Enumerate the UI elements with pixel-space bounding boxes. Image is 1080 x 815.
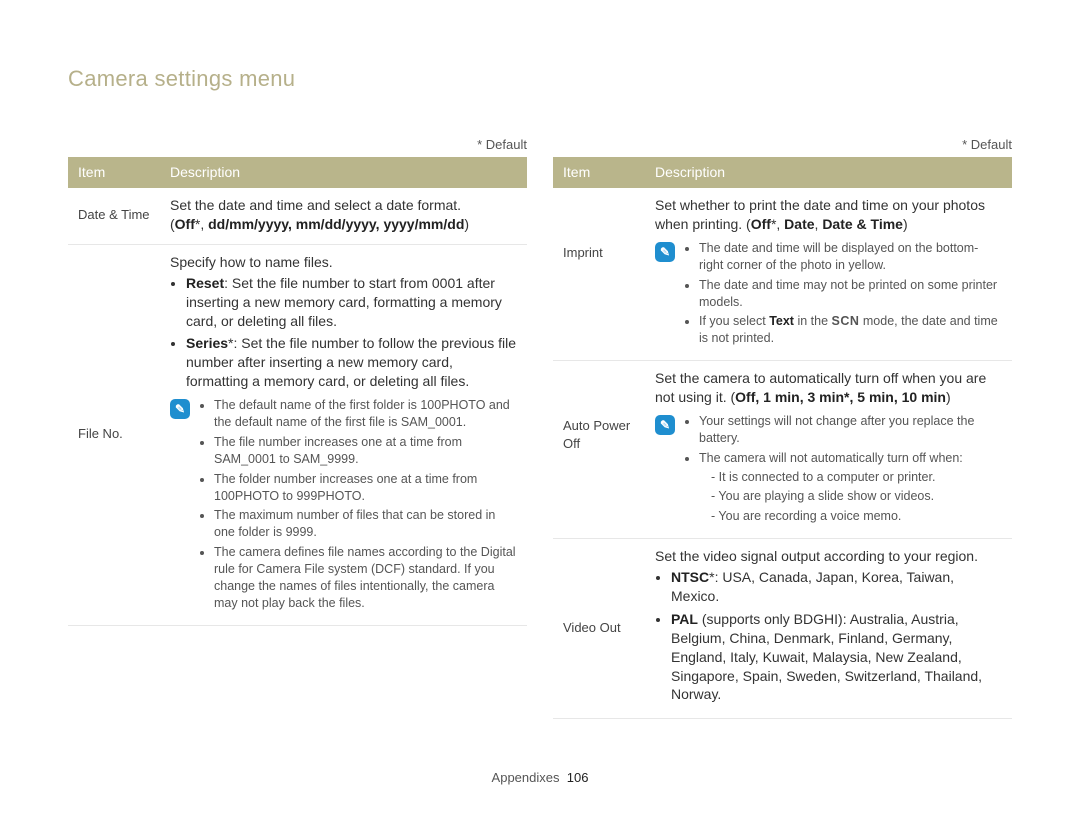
content-columns: * Default Item Description Date & Time S… [68, 136, 1012, 720]
desc-cell: Specify how to name files. Reset: Set th… [160, 244, 527, 625]
row-video-out: Video Out Set the video signal output ac… [553, 539, 1012, 719]
note-icon: ✎ [655, 415, 675, 435]
sub-item: You are playing a slide show or videos. [711, 488, 1002, 505]
note-list: The default name of the first folder is … [200, 397, 517, 615]
row-imprint: Imprint Set whether to print the date an… [553, 188, 1012, 361]
note-item: The camera defines file names according … [214, 544, 517, 612]
row-date-time: Date & Time Set the date and time and se… [68, 188, 527, 244]
header-desc: Description [160, 157, 527, 188]
table-header: Item Description [553, 157, 1012, 188]
page: Camera settings menu * Default Item Desc… [0, 0, 1080, 815]
list-item: NTSC*: USA, Canada, Japan, Korea, Taiwan… [671, 568, 1002, 606]
list-item: Reset: Set the file number to start from… [186, 274, 517, 331]
desc-text: Set whether to print the date and time o… [655, 196, 1002, 234]
footer-page-number: 106 [567, 770, 589, 785]
desc-cell: Set whether to print the date and time o… [645, 188, 1012, 361]
right-table: Item Description Imprint Set whether to … [553, 157, 1012, 719]
note-item: The date and time may not be printed on … [699, 277, 1002, 311]
page-footer: Appendixes 106 [0, 769, 1080, 787]
note-list: The date and time will be displayed on t… [685, 240, 1002, 350]
header-item: Item [553, 157, 645, 188]
default-note-left: * Default [68, 136, 527, 154]
page-title: Camera settings menu [68, 64, 1012, 94]
footer-section: Appendixes [492, 770, 560, 785]
item-label: Imprint [553, 188, 645, 361]
note-icon: ✎ [655, 242, 675, 262]
header-item: Item [68, 157, 160, 188]
note-item: The file number increases one at a time … [214, 434, 517, 468]
row-auto-power-off: Auto Power Off Set the camera to automat… [553, 361, 1012, 539]
note-item: The date and time will be displayed on t… [699, 240, 1002, 274]
note-item: The maximum number of files that can be … [214, 507, 517, 541]
note-list: Your settings will not change after you … [685, 413, 1002, 528]
item-label: Date & Time [68, 188, 160, 244]
item-label: Auto Power Off [553, 361, 645, 539]
note-block: ✎ Your settings will not change after yo… [655, 413, 1002, 528]
sub-item: You are recording a voice memo. [711, 508, 1002, 525]
note-block: ✎ The date and time will be displayed on… [655, 240, 1002, 350]
item-label: Video Out [553, 539, 645, 719]
desc-formats: (Off*, dd/mm/yyyy, mm/dd/yyyy, yyyy/mm/d… [170, 215, 517, 234]
video-out-options: NTSC*: USA, Canada, Japan, Korea, Taiwan… [655, 568, 1002, 704]
file-no-options: Reset: Set the file number to start from… [170, 274, 517, 391]
table-header: Item Description [68, 157, 527, 188]
list-item: Series*: Set the file number to follow t… [186, 334, 517, 391]
item-label: File No. [68, 244, 160, 625]
sub-list: It is connected to a computer or printer… [699, 469, 1002, 526]
row-file-no: File No. Specify how to name files. Rese… [68, 244, 527, 625]
note-item: If you select Text in the SCN mode, the … [699, 313, 1002, 347]
sub-item: It is connected to a computer or printer… [711, 469, 1002, 486]
note-icon: ✎ [170, 399, 190, 419]
desc-text: Set the video signal output according to… [655, 547, 1002, 566]
desc-intro: Specify how to name files. [170, 253, 517, 272]
desc-cell: Set the video signal output according to… [645, 539, 1012, 719]
desc-text: Set the date and time and select a date … [170, 196, 517, 215]
header-desc: Description [645, 157, 1012, 188]
desc-cell: Set the camera to automatically turn off… [645, 361, 1012, 539]
note-block: ✎ The default name of the first folder i… [170, 397, 517, 615]
right-column: * Default Item Description Imprint Set w… [553, 136, 1012, 720]
default-note-right: * Default [553, 136, 1012, 154]
list-item: PAL (supports only BDGHI): Australia, Au… [671, 610, 1002, 704]
desc-cell: Set the date and time and select a date … [160, 188, 527, 244]
note-item: The camera will not automatically turn o… [699, 450, 1002, 526]
desc-text: Set the camera to automatically turn off… [655, 369, 1002, 407]
note-item: The default name of the first folder is … [214, 397, 517, 431]
left-table: Item Description Date & Time Set the dat… [68, 157, 527, 625]
left-column: * Default Item Description Date & Time S… [68, 136, 527, 720]
note-item: Your settings will not change after you … [699, 413, 1002, 447]
note-item: The folder number increases one at a tim… [214, 471, 517, 505]
